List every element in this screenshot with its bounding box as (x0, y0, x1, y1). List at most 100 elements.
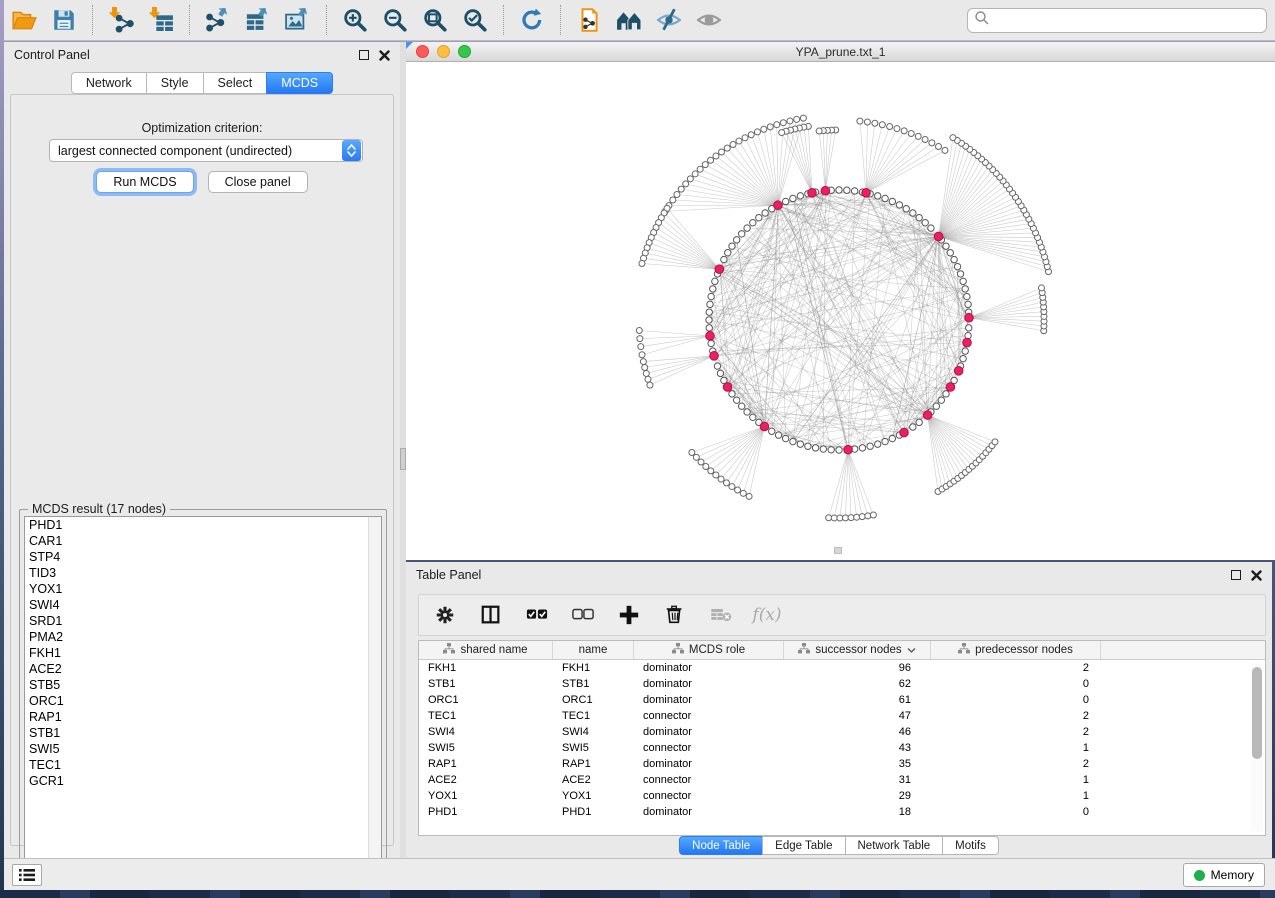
network-graph[interactable] (406, 62, 1275, 560)
tab-select[interactable]: Select (203, 72, 267, 94)
search-box[interactable] (967, 8, 1267, 33)
tab-mcds[interactable]: MCDS (266, 72, 333, 94)
export-network-icon[interactable] (202, 4, 234, 36)
export-image-icon[interactable] (282, 4, 314, 36)
column-header-shared-name[interactable]: shared name (419, 641, 553, 659)
window-close-icon[interactable] (416, 45, 429, 58)
tab-node-table[interactable]: Node Table (679, 836, 762, 855)
table-row[interactable]: RAP1RAP1dominator352 (419, 756, 1265, 772)
mcds-node-item[interactable]: ORC1 (25, 693, 381, 709)
window-focus-corner (406, 42, 413, 49)
mcds-node-item[interactable]: TID3 (25, 565, 381, 581)
refresh-icon[interactable] (516, 4, 548, 36)
show-all-icon[interactable] (693, 4, 725, 36)
column-header-MCDS-role[interactable]: MCDS role (634, 641, 784, 659)
cell-name: TEC1 (553, 710, 634, 722)
network-canvas[interactable] (406, 62, 1275, 560)
close-panel-button[interactable]: Close panel (208, 171, 308, 193)
delete-column-icon[interactable] (661, 600, 689, 630)
task-history-button[interactable] (12, 864, 42, 886)
zoom-out-icon[interactable] (379, 4, 411, 36)
cell-name: ACE2 (553, 774, 634, 786)
table-row[interactable]: PHD1PHD1dominator180 (419, 804, 1265, 820)
import-network-icon[interactable] (105, 4, 137, 36)
table-scrollbar-thumb[interactable] (1252, 667, 1262, 759)
window-maximize-icon[interactable] (458, 45, 471, 58)
zoom-in-icon[interactable] (339, 4, 371, 36)
close-table-panel-icon[interactable] (1251, 570, 1262, 581)
memory-button[interactable]: Memory (1183, 863, 1265, 887)
table-row[interactable]: YOX1YOX1connector291 (419, 788, 1265, 804)
cell-predecessor_nodes: 2 (931, 710, 1101, 722)
column-label: MCDS role (689, 644, 745, 656)
tab-motifs[interactable]: Motifs (942, 836, 999, 855)
control-panel: Control Panel NetworkStyleSelectMCDS Opt… (4, 42, 400, 858)
cell-successor_nodes: 46 (784, 726, 931, 738)
table-row[interactable]: SWI5SWI5connector431 (419, 740, 1265, 756)
new-network-from-selection-icon[interactable] (573, 4, 605, 36)
mcds-node-item[interactable]: SRD1 (25, 613, 381, 629)
mcds-node-item[interactable]: CAR1 (25, 533, 381, 549)
open-file-icon[interactable] (8, 4, 40, 36)
mcds-node-item[interactable]: TEC1 (25, 757, 381, 773)
hide-selected-icon[interactable] (653, 4, 685, 36)
export-table-icon[interactable] (242, 4, 274, 36)
criterion-selected-value: largest connected component (undirected) (50, 144, 342, 158)
table-settings-icon[interactable] (431, 600, 459, 630)
table-row[interactable]: ORC1ORC1dominator610 (419, 692, 1265, 708)
column-visibility-icon[interactable] (477, 600, 505, 630)
table-row[interactable]: SWI4SWI4dominator462 (419, 724, 1265, 740)
cell-predecessor_nodes: 2 (931, 758, 1101, 770)
column-header-successor-nodes[interactable]: successor nodes (784, 641, 931, 659)
column-header-name[interactable]: name (553, 641, 634, 659)
add-column-icon[interactable] (615, 600, 643, 630)
cell-predecessor_nodes: 1 (931, 774, 1101, 786)
mcds-node-item[interactable]: STB1 (25, 725, 381, 741)
sort-menu-icon[interactable] (907, 644, 916, 656)
mcds-node-item[interactable]: ACE2 (25, 661, 381, 677)
mcds-node-item[interactable]: STB5 (25, 677, 381, 693)
zoom-fit-icon[interactable] (419, 4, 451, 36)
combo-stepper-icon (342, 140, 361, 161)
table-row[interactable]: STB1STB1dominator620 (419, 676, 1265, 692)
tab-edge-table[interactable]: Edge Table (762, 836, 844, 855)
mcds-node-item[interactable]: SWI4 (25, 597, 381, 613)
tab-network[interactable]: Network (71, 72, 146, 94)
deselect-all-rows-icon[interactable] (569, 600, 597, 630)
search-icon (974, 10, 990, 31)
cell-mcds_role: dominator (634, 678, 784, 690)
mcds-node-item[interactable]: PMA2 (25, 629, 381, 645)
float-table-panel-icon[interactable] (1231, 570, 1241, 580)
network-window-titlebar[interactable]: YPA_prune.txt_1 (406, 42, 1275, 62)
mcds-node-item[interactable]: RAP1 (25, 709, 381, 725)
table-row[interactable]: ACE2ACE2connector311 (419, 772, 1265, 788)
search-input[interactable] (990, 11, 1266, 31)
import-table-icon[interactable] (145, 4, 177, 36)
toolbar-separator (326, 5, 327, 35)
criterion-select[interactable]: largest connected component (undirected) (49, 139, 363, 162)
table-scrollbar[interactable] (1251, 663, 1263, 831)
mcds-node-item[interactable]: PHD1 (25, 517, 381, 533)
column-header-predecessor-nodes[interactable]: predecessor nodes (931, 641, 1101, 659)
window-minimize-icon[interactable] (437, 45, 450, 58)
save-session-icon[interactable] (48, 4, 80, 36)
mcds-node-item[interactable]: STP4 (25, 549, 381, 565)
table-row[interactable]: TEC1TEC1connector472 (419, 708, 1265, 724)
select-all-rows-icon[interactable] (523, 600, 551, 630)
tab-network-table[interactable]: Network Table (845, 836, 943, 855)
mcds-node-item[interactable]: GCR1 (25, 773, 381, 789)
mcds-node-item[interactable]: FKH1 (25, 645, 381, 661)
mcds-list-scrollbar[interactable] (368, 517, 381, 873)
mcds-panel: Optimization criterion: largest connecte… (10, 94, 394, 846)
first-neighbors-icon[interactable] (613, 4, 645, 36)
zoom-selected-icon[interactable] (459, 4, 491, 36)
mcds-node-item[interactable]: SWI5 (25, 741, 381, 757)
close-panel-icon[interactable] (379, 50, 390, 61)
mcds-node-item[interactable]: YOX1 (25, 581, 381, 597)
float-panel-icon[interactable] (359, 50, 369, 60)
run-mcds-button[interactable]: Run MCDS (96, 171, 193, 193)
mcds-result-list[interactable]: PHD1CAR1STP4TID3YOX1SWI4SRD1PMA2FKH1ACE2… (24, 516, 382, 874)
tab-style[interactable]: Style (146, 72, 203, 94)
canvas-handle[interactable] (834, 547, 842, 554)
table-row[interactable]: FKH1FKH1dominator962 (419, 660, 1265, 676)
